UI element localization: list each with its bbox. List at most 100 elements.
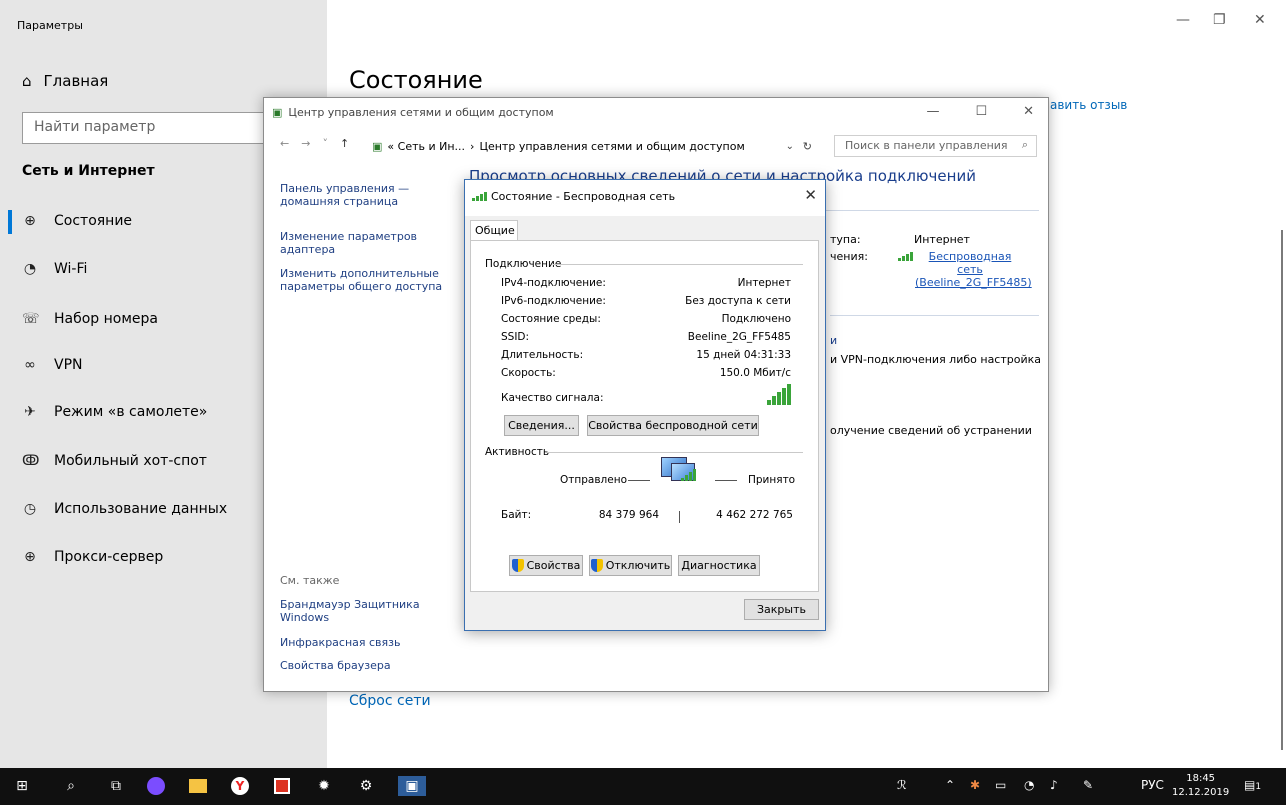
search-icon[interactable]: ⌕ [61, 776, 81, 796]
people-icon[interactable]: ℛ [897, 778, 907, 792]
dialog-title-bar: Состояние - Беспроводная сеть [472, 190, 675, 203]
task-view-icon[interactable]: ⧉ [106, 776, 126, 796]
sidebar-item-hotspot[interactable]: ↂ Мобильный хот-спот [22, 453, 207, 469]
windows-start-icon[interactable]: ⊞ [12, 776, 32, 796]
wifi-signal-icon [472, 192, 487, 201]
wireless-properties-button[interactable]: Свойства беспроводной сети [587, 415, 759, 436]
breadcrumb-network[interactable]: « Сеть и Ин... [387, 140, 465, 153]
recent-dropdown-icon[interactable]: ˅ [322, 137, 328, 150]
media-state-label: Состояние среды: [501, 313, 601, 325]
close-button[interactable]: ✕ [1254, 12, 1266, 28]
volume-icon[interactable]: ♪ [1050, 778, 1058, 792]
address-dropdown-icon[interactable]: ⌄ [786, 141, 794, 152]
cp-maximize-button[interactable]: ☐ [975, 104, 987, 119]
close-dialog-button[interactable]: Закрыть [744, 599, 819, 620]
connection-group-label: Подключение [485, 258, 562, 270]
notification-center-icon[interactable]: ▤1 [1244, 778, 1261, 792]
control-panel-task-icon[interactable]: ▣ [398, 776, 426, 796]
cp-nav-buttons: ← → ˅ ↑ [280, 137, 349, 150]
cp-close-button[interactable]: ✕ [1023, 104, 1034, 119]
dialog-body: Общие Подключение IPv4-подключение: Инте… [465, 216, 825, 630]
task-fragment: и [830, 334, 838, 347]
firewall-link[interactable]: Брандмауэр Защитника Windows [280, 598, 420, 624]
cp-title: Центр управления сетями и общим доступом [288, 106, 554, 119]
sidebar-item-label: Прокси-сервер [54, 549, 164, 565]
back-arrow-icon[interactable]: ← [280, 137, 289, 150]
address-bar[interactable]: ▣ « Сеть и Ин... › Центр управления сетя… [368, 135, 820, 157]
shield-icon [511, 559, 524, 572]
sidebar-item-status[interactable]: ⊕ Состояние [22, 213, 132, 229]
scrollbar[interactable] [1281, 230, 1283, 750]
sidebar-item-proxy[interactable]: ⊕ Прокси-сервер [22, 549, 163, 565]
wifi-tray-icon[interactable]: ◔ [1024, 778, 1034, 792]
troubleshoot-desc: олучение сведений об устранении [830, 424, 1032, 437]
network-reset-link[interactable]: Сброс сети [349, 693, 431, 709]
breadcrumb-separator: › [470, 139, 475, 153]
tab-general[interactable]: Общие [470, 220, 518, 241]
airplane-icon: ✈ [24, 404, 36, 420]
home-nav-item[interactable]: ⌂ Главная [22, 72, 108, 90]
sidebar-item-dialup[interactable]: ☏ Набор номера [22, 311, 158, 327]
clock[interactable]: 18:45 12.12.2019 [1172, 772, 1229, 800]
app-orange-icon[interactable]: ✹ [314, 776, 334, 796]
forward-arrow-icon[interactable]: → [301, 137, 310, 150]
bytes-sent-value: 84 379 964 [598, 509, 659, 521]
sidebar-item-label: Wi-Fi [54, 261, 88, 277]
globe-status-icon: ⊕ [24, 213, 36, 229]
sidebar-item-label: VPN [54, 357, 83, 373]
infrared-link[interactable]: Инфракрасная связь [280, 636, 401, 649]
sidebar-item-label: Мобильный хот-спот [54, 453, 207, 469]
properties-button[interactable]: Свойства [509, 555, 583, 576]
notification-count: 1 [1255, 782, 1262, 792]
ssid-value: Beeline_2G_FF5485 [687, 331, 791, 343]
settings-gear-icon[interactable]: ⚙ [356, 776, 376, 796]
language-indicator[interactable]: РУС [1141, 778, 1164, 792]
cp-home-link[interactable]: Панель управления — домашняя страница [280, 182, 430, 208]
sidebar-item-vpn[interactable]: ∞ VPN [22, 357, 83, 373]
active-indicator [8, 210, 12, 234]
up-arrow-icon[interactable]: ↑ [340, 137, 349, 150]
network-computers-icon [659, 455, 697, 487]
cp-search-input[interactable]: Поиск в панели управления ⌕ [834, 135, 1037, 157]
restore-button[interactable]: ❐ [1213, 12, 1226, 28]
advanced-sharing-link[interactable]: Изменить дополнительные параметры общего… [280, 267, 450, 293]
activity-divider [679, 511, 680, 523]
disable-button[interactable]: Отключить [589, 555, 672, 576]
browser-properties-link[interactable]: Свойства браузера [280, 659, 391, 672]
minimize-button[interactable]: — [1176, 12, 1190, 28]
disable-button-label: Отключить [605, 559, 671, 572]
feedback-link[interactable]: авить отзыв [1050, 98, 1127, 112]
battery-icon[interactable]: ▭ [995, 778, 1006, 792]
wireless-connection-link[interactable]: Беспроводная сеть (Beeline_2G_FF5485) [915, 250, 1032, 289]
breadcrumb-current[interactable]: Центр управления сетями и общим доступом [479, 140, 744, 153]
sidebar-item-wifi[interactable]: ◔ Wi-Fi [22, 261, 88, 277]
wifi-signal-icon [898, 252, 913, 261]
alice-assistant-icon[interactable] [146, 776, 166, 796]
cp-search-placeholder: Поиск в панели управления [845, 139, 1008, 152]
signal-strength-icon [767, 384, 791, 405]
diagnose-button[interactable]: Диагностика [678, 555, 760, 576]
group-divider [547, 452, 803, 453]
yandex-browser-icon[interactable]: Y [230, 776, 250, 796]
sidebar-item-data-usage[interactable]: ◷ Использование данных [22, 501, 227, 517]
network-center-icon: ▣ [272, 106, 283, 119]
search-icon[interactable]: ⌕ [1022, 138, 1028, 152]
details-button[interactable]: Сведения... [504, 415, 579, 436]
show-hidden-icons[interactable]: ⌃ [945, 778, 955, 792]
sent-label: Отправлено [560, 474, 627, 486]
refresh-icon[interactable]: ↻ [803, 140, 812, 153]
change-adapter-link[interactable]: Изменение параметров адаптера [280, 230, 430, 256]
file-explorer-icon[interactable] [188, 776, 208, 796]
dialup-icon: ☏ [22, 311, 40, 327]
speed-label: Скорость: [501, 367, 556, 379]
pen-icon[interactable]: ✎ [1083, 778, 1093, 792]
connections-label: чения: [830, 250, 868, 263]
app-red-icon[interactable] [272, 776, 292, 796]
received-label: Принято [748, 474, 796, 486]
tray-app-icon[interactable]: ✱ [970, 778, 980, 792]
properties-button-label: Свойства [526, 559, 581, 572]
sidebar-item-airplane[interactable]: ✈ Режим «в самолете» [22, 404, 207, 420]
cp-minimize-button[interactable]: — [926, 104, 939, 119]
dialog-close-icon[interactable]: ✕ [804, 186, 817, 204]
new-connection-desc: и VPN-подключения либо настройка [830, 353, 1042, 366]
